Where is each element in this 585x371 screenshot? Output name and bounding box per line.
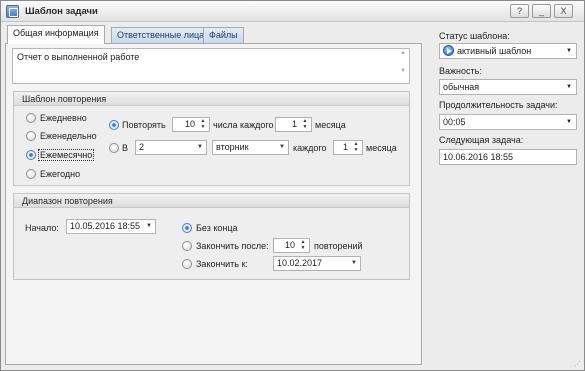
weekday-select[interactable]: вторник ▼ [212, 140, 289, 155]
end-by-label: Закончить к: [196, 259, 248, 269]
spin-arrows-icon[interactable]: ▲ ▼ [301, 118, 309, 131]
tab-files[interactable]: Файлы [203, 27, 244, 43]
window-icon [6, 5, 19, 18]
tab-general[interactable]: Общая информация [7, 25, 105, 44]
status-select[interactable]: активный шаблон ▼ [439, 43, 577, 59]
play-icon [443, 45, 454, 56]
side-panel: Статус шаблона: активный шаблон ▼ Важнос… [429, 26, 581, 365]
recurrence-range-group: Диапазон повторения Начало: 10.05.2016 1… [13, 193, 410, 280]
repeat-day-radio[interactable] [109, 120, 119, 130]
chevron-down-icon: ▼ [146, 223, 152, 229]
spin-arrows-icon[interactable]: ▲ ▼ [352, 141, 360, 154]
title-bar[interactable]: Шаблон задачи ? _ X [1, 1, 584, 22]
minimize-button[interactable]: _ [532, 4, 551, 18]
chevron-down-icon: ▼ [566, 84, 572, 90]
ordinal-value: 2 [139, 142, 145, 152]
months2-spinner[interactable]: 1 ▲ ▼ [333, 140, 363, 155]
duration-label: Продолжительность задачи: [439, 100, 558, 110]
weekday-value: вторник [216, 142, 249, 152]
daily-radio[interactable] [26, 113, 36, 123]
textarea-scrollbar[interactable]: ▲ ▼ [398, 50, 408, 82]
ordinal-select[interactable]: 2 ▼ [135, 140, 207, 155]
repeat-day-spinner[interactable]: 10 ▲ ▼ [172, 117, 210, 132]
description-textarea[interactable]: Отчет о выполненной работе ▲ ▼ [12, 48, 410, 84]
no-end-radio[interactable] [182, 223, 192, 233]
recurrence-pattern-group: Шаблон повторения Ежедневно Еженедельно … [13, 91, 410, 186]
end-date-picker[interactable]: 10.02.2017 ▼ [273, 256, 361, 271]
chevron-down-icon: ▼ [351, 260, 357, 266]
repeat-weekday-radio[interactable] [109, 143, 119, 153]
occurrences-spinner[interactable]: 10 ▲ ▼ [273, 238, 310, 253]
yearly-label: Ежегодно [40, 169, 81, 179]
start-label: Начало: [25, 223, 59, 233]
chevron-down-icon: ▼ [279, 144, 285, 150]
end-date-value: 10.02.2017 [277, 258, 323, 268]
duration-value: 00:05 [443, 117, 466, 127]
no-end-label: Без конца [196, 223, 238, 233]
end-by-radio[interactable] [182, 259, 192, 269]
next-task-label: Следующая задача: [439, 135, 524, 145]
daily-label: Ежедневно [40, 113, 87, 123]
window-title: Шаблон задачи [25, 6, 98, 17]
repeat-months-value: 1 [291, 119, 297, 129]
end-after-label: Закончить после: [196, 241, 269, 251]
day-of-every-label: числа каждого [213, 120, 274, 130]
yearly-radio[interactable] [26, 169, 36, 179]
start-date-picker[interactable]: 10.05.2016 18:55 ▼ [66, 219, 156, 234]
end-after-radio[interactable] [182, 241, 192, 251]
repeat-label: Повторять [122, 120, 166, 130]
status-label: Статус шаблона: [439, 31, 510, 41]
main-panel: Общая информация Ответственные лица Файл… [5, 25, 422, 365]
occurrences-value: 10 [284, 240, 295, 250]
next-task-field: 10.06.2016 18:55 [439, 149, 577, 165]
importance-label: Важность: [439, 66, 482, 76]
tab-responsible[interactable]: Ответственные лица [111, 27, 211, 43]
chevron-down-icon: ▼ [197, 144, 203, 150]
every-label: каждого [293, 143, 327, 153]
next-task-value: 10.06.2016 18:55 [443, 152, 514, 162]
weekly-radio[interactable] [26, 131, 36, 141]
importance-value: обычная [443, 82, 480, 92]
monthly-radio[interactable] [26, 150, 36, 160]
months2-value: 1 [342, 142, 348, 152]
close-button[interactable]: X [554, 4, 573, 18]
status-value: активный шаблон [457, 46, 532, 56]
weekly-label: Еженедельно [40, 131, 97, 141]
recurrence-pattern-title: Шаблон повторения [14, 92, 409, 106]
chevron-down-icon: ▼ [566, 119, 572, 125]
help-button[interactable]: ? [510, 4, 529, 18]
months2-label: месяца [366, 143, 397, 153]
task-template-window: Шаблон задачи ? _ X Общая информация Отв… [0, 0, 585, 371]
description-text: Отчет о выполненной работе [17, 52, 140, 62]
start-date-value: 10.05.2016 18:55 [70, 221, 141, 231]
occurrences-label: повторений [314, 241, 363, 251]
recurrence-range-title: Диапазон повторения [14, 194, 409, 208]
tab-content-general: Отчет о выполненной работе ▲ ▼ Шаблон пов… [5, 43, 422, 365]
months-label: месяца [315, 120, 346, 130]
repeat-months-spinner[interactable]: 1 ▲ ▼ [275, 117, 312, 132]
duration-select[interactable]: 00:05 ▼ [439, 114, 577, 130]
chevron-down-icon: ▼ [566, 48, 572, 54]
importance-select[interactable]: обычная ▼ [439, 79, 577, 95]
in-label: В [122, 143, 129, 153]
monthly-label: Ежемесячно [37, 149, 95, 161]
spin-arrows-icon[interactable]: ▲ ▼ [299, 239, 307, 252]
resize-grip-icon[interactable]: ⋰ [574, 360, 582, 368]
spin-arrows-icon[interactable]: ▲ ▼ [199, 118, 207, 131]
repeat-day-value: 10 [184, 119, 195, 129]
